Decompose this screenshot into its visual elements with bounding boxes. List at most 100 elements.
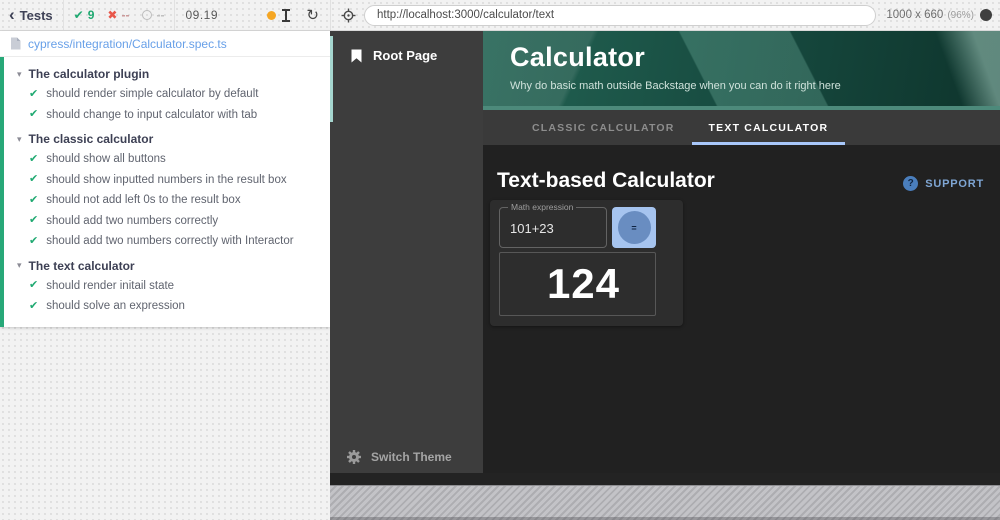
page-title: Calculator bbox=[510, 42, 1000, 73]
sidebar-scrollbar[interactable] bbox=[330, 36, 333, 122]
backstage-app: Root Page Switch Theme bbox=[330, 31, 1000, 473]
math-expression-value: 101+23 bbox=[500, 208, 606, 236]
runner-controls: ↻ bbox=[267, 8, 330, 23]
check-icon: ✔ bbox=[29, 89, 38, 100]
failed-count: -- bbox=[121, 8, 129, 22]
pending-circle-icon bbox=[142, 10, 152, 20]
rerun-button[interactable]: ↻ bbox=[306, 8, 319, 23]
suite-row[interactable]: ▾ The text calculator bbox=[4, 252, 330, 276]
check-icon: ✔ bbox=[74, 8, 84, 22]
failed-stat: ✖ -- bbox=[107, 8, 129, 22]
cross-icon: ✖ bbox=[107, 8, 117, 22]
content-area: Text-based Calculator ? SUPPORT Math exp… bbox=[483, 145, 1000, 473]
page-header: Calculator Why do basic math outside Bac… bbox=[483, 31, 1000, 110]
test-stats: ✔ 9 ✖ -- -- bbox=[74, 8, 165, 22]
app-main: Calculator Why do basic math outside Bac… bbox=[483, 31, 1000, 473]
theme-gear-icon bbox=[346, 449, 362, 465]
result-value: 124 bbox=[547, 260, 620, 308]
support-label: SUPPORT bbox=[925, 178, 984, 190]
cursor-ibeam-icon bbox=[282, 9, 290, 22]
reporter-panel: cypress/integration/Calculator.spec.ts ▾… bbox=[0, 31, 330, 520]
url-input[interactable] bbox=[364, 5, 876, 26]
tab-classic-calculator[interactable]: CLASSIC CALCULATOR bbox=[515, 110, 692, 145]
check-icon: ✔ bbox=[29, 236, 38, 247]
math-expression-label: Math expression bbox=[508, 202, 576, 212]
selector-playground-icon[interactable] bbox=[341, 8, 356, 23]
check-icon: ✔ bbox=[29, 280, 38, 291]
test-row[interactable]: ✔ should show inputted numbers in the res… bbox=[4, 170, 330, 191]
bookmark-icon bbox=[351, 49, 362, 63]
suite-label: The calculator plugin bbox=[29, 67, 150, 81]
calculator-card: Math expression 101+23 = 124 bbox=[490, 200, 683, 326]
test-label: should show inputted numbers in the resu… bbox=[46, 174, 286, 186]
switch-theme-button[interactable]: Switch Theme bbox=[346, 449, 452, 465]
page-subtitle: Why do basic math outside Backstage when… bbox=[510, 80, 1000, 92]
viewport-size-label: 1000 x 660 bbox=[886, 9, 943, 21]
spec-header: cypress/integration/Calculator.spec.ts bbox=[0, 31, 330, 57]
suite-row[interactable]: ▾ The classic calculator bbox=[4, 125, 330, 149]
document-icon bbox=[10, 37, 21, 50]
help-icon: ? bbox=[903, 176, 918, 191]
check-icon: ✔ bbox=[29, 195, 38, 206]
result-display: 124 bbox=[499, 252, 656, 316]
caret-down-icon: ▾ bbox=[17, 261, 22, 270]
runner-topbar: ‹ Tests ✔ 9 ✖ -- -- 09.19 bbox=[0, 0, 1000, 31]
test-row[interactable]: ✔ should not add left 0s to the result bo… bbox=[4, 190, 330, 211]
content-title: Text-based Calculator bbox=[497, 169, 715, 193]
math-expression-input[interactable]: Math expression 101+23 bbox=[499, 207, 607, 248]
switch-theme-label: Switch Theme bbox=[371, 450, 452, 464]
check-icon: ✔ bbox=[29, 301, 38, 312]
test-label: should solve an expression bbox=[46, 300, 185, 312]
spec-file-link[interactable]: cypress/integration/Calculator.spec.ts bbox=[28, 37, 227, 51]
test-row[interactable]: ✔should render simple calculator by defa… bbox=[4, 84, 330, 105]
spec-panel: cypress/integration/Calculator.spec.ts ▾… bbox=[0, 31, 330, 327]
divider bbox=[63, 0, 64, 30]
test-row[interactable]: ✔ should solve an expression bbox=[4, 296, 330, 317]
support-button[interactable]: ? SUPPORT bbox=[903, 176, 984, 191]
pending-count: -- bbox=[156, 8, 164, 22]
test-label: should render initail state bbox=[46, 280, 174, 292]
run-duration: 09.19 bbox=[185, 8, 218, 22]
equals-button[interactable]: = bbox=[612, 207, 656, 248]
test-tree: ▾ The calculator plugin ✔should render sim… bbox=[0, 57, 330, 327]
suite-row[interactable]: ▾ The calculator plugin bbox=[4, 60, 330, 84]
runner-background-stripes bbox=[330, 485, 1000, 520]
test-row[interactable]: ✔ should render initail state bbox=[4, 276, 330, 297]
back-to-tests-label: Tests bbox=[20, 8, 53, 23]
test-row[interactable]: ✔ should add two numbers correctly with I… bbox=[4, 231, 330, 252]
sidebar-item-label: Root Page bbox=[373, 48, 437, 63]
caret-down-icon: ▾ bbox=[17, 70, 22, 79]
cypress-runner-screen: ‹ Tests ✔ 9 ✖ -- -- 09.19 bbox=[0, 0, 1000, 520]
passed-count: 9 bbox=[88, 8, 95, 22]
check-icon: ✔ bbox=[29, 154, 38, 165]
passed-stat: ✔ 9 bbox=[74, 8, 95, 22]
app-bottom-strip bbox=[330, 473, 1000, 485]
test-row[interactable]: ✔ should add two numbers correctly bbox=[4, 211, 330, 232]
test-row[interactable]: ✔ should change to input calculator with … bbox=[4, 105, 330, 126]
suite-label: The classic calculator bbox=[29, 132, 154, 146]
check-icon: ✔ bbox=[29, 174, 38, 185]
app-under-test: Root Page Switch Theme bbox=[330, 31, 1000, 520]
divider bbox=[174, 0, 175, 30]
check-icon: ✔ bbox=[29, 215, 38, 226]
test-label: should change to input calculator with t… bbox=[46, 109, 257, 121]
viewport-scale-label: (96%) bbox=[947, 10, 974, 21]
sidebar-item-root-page[interactable]: Root Page bbox=[330, 31, 483, 63]
test-row[interactable]: ✔ should show all buttons bbox=[4, 149, 330, 170]
test-label: should add two numbers correctly bbox=[46, 215, 218, 227]
check-icon: ✔ bbox=[29, 109, 38, 120]
suite-label: The text calculator bbox=[29, 259, 135, 273]
chevron-left-icon: ‹ bbox=[9, 6, 15, 23]
tab-bar: CLASSIC CALCULATOR TEXT CALCULATOR bbox=[483, 110, 1000, 145]
pending-stat: -- bbox=[142, 8, 164, 22]
test-label: should show all buttons bbox=[46, 153, 166, 165]
test-label: should add two numbers correctly with In… bbox=[46, 235, 293, 247]
test-label: should not add left 0s to the result box bbox=[46, 194, 240, 206]
caret-down-icon: ▾ bbox=[17, 135, 22, 144]
reporter-header: ‹ Tests ✔ 9 ✖ -- -- 09.19 bbox=[0, 0, 330, 30]
record-dot-icon bbox=[267, 11, 276, 20]
back-to-tests-button[interactable]: ‹ Tests bbox=[9, 8, 53, 23]
url-toolbar: 1000 x 660 (96%) bbox=[330, 0, 1000, 30]
equals-label: = bbox=[631, 223, 636, 233]
tab-text-calculator[interactable]: TEXT CALCULATOR bbox=[692, 110, 846, 145]
